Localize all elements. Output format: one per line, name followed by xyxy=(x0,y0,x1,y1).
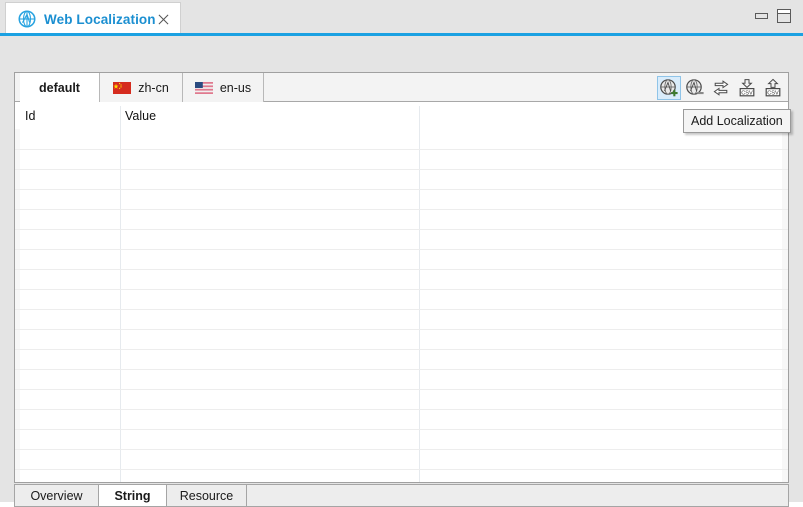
table-row-separator xyxy=(15,169,788,170)
export-csv-button[interactable]: CSV xyxy=(761,76,785,100)
csv-export-icon: CSV xyxy=(763,78,783,98)
table-row-separator xyxy=(15,329,788,330)
swap-arrows-icon xyxy=(711,78,731,98)
table-row-separator xyxy=(15,309,788,310)
tab-resource[interactable]: Resource xyxy=(166,484,247,506)
app-window-tab[interactable]: Web Localization xyxy=(5,2,181,35)
table-row-separator xyxy=(15,189,788,190)
language-tab-en-us[interactable]: en-us xyxy=(183,73,264,102)
globe-icon xyxy=(18,10,36,28)
localization-panel: default zh-cn xyxy=(14,72,789,483)
localization-string-table[interactable]: Id Value xyxy=(15,102,788,482)
localization-toolbar: CSV CSV xyxy=(657,75,785,100)
globe-plus-icon xyxy=(659,78,679,98)
tab-string[interactable]: String xyxy=(98,484,167,506)
import-csv-button[interactable]: CSV xyxy=(735,76,759,100)
minimize-icon[interactable] xyxy=(755,11,768,21)
flag-us-icon xyxy=(195,82,213,94)
title-bar: Web Localization xyxy=(0,0,803,35)
table-row-separator xyxy=(15,249,788,250)
add-localization-button[interactable] xyxy=(657,76,681,100)
table-left-gutter xyxy=(15,102,20,482)
table-row-separator xyxy=(15,349,788,350)
tab-label: String xyxy=(114,489,150,503)
tab-label: Overview xyxy=(30,489,82,503)
language-tab-label: en-us xyxy=(220,81,251,95)
globe-minus-icon xyxy=(685,78,705,98)
tooltip-text: Add Localization xyxy=(691,114,783,128)
table-row-separator xyxy=(15,409,788,410)
table-row-separator xyxy=(15,209,788,210)
table-row-separator xyxy=(15,149,788,150)
application-window: Web Localization default xyxy=(0,0,803,502)
svg-text:CSV: CSV xyxy=(767,90,779,96)
csv-import-icon: CSV xyxy=(737,78,757,98)
remove-localization-button[interactable] xyxy=(683,76,707,100)
language-tab-zh-cn[interactable]: zh-cn xyxy=(100,73,183,102)
column-header-value[interactable]: Value xyxy=(125,102,156,129)
content-area: default zh-cn xyxy=(0,36,803,502)
table-header-row: Id Value xyxy=(15,102,788,129)
table-row-separator xyxy=(15,269,788,270)
tooltip: Add Localization xyxy=(683,109,791,133)
flag-cn-icon xyxy=(113,82,131,94)
close-icon[interactable] xyxy=(156,12,171,27)
tab-label: Resource xyxy=(180,489,234,503)
app-window-title: Web Localization xyxy=(44,12,156,27)
language-tab-label: default xyxy=(39,81,80,95)
swap-languages-button[interactable] xyxy=(709,76,733,100)
svg-text:CSV: CSV xyxy=(741,90,753,96)
language-tab-default[interactable]: default xyxy=(20,73,100,103)
bottom-tab-filler xyxy=(246,484,789,506)
table-row-separator xyxy=(15,389,788,390)
language-tab-strip: default zh-cn xyxy=(15,73,788,102)
editor-page-tabs: Overview String Resource xyxy=(14,484,789,506)
table-row-separator xyxy=(15,429,788,430)
language-tab-label: zh-cn xyxy=(138,81,169,95)
column-header-id[interactable]: Id xyxy=(25,102,35,129)
table-row-separator xyxy=(15,369,788,370)
table-row-separator xyxy=(15,229,788,230)
column-divider-value[interactable] xyxy=(419,106,420,482)
table-row-separator xyxy=(15,449,788,450)
table-row-separator xyxy=(15,289,788,290)
column-divider-id[interactable] xyxy=(120,106,121,482)
table-right-gutter xyxy=(782,102,788,482)
tab-overview[interactable]: Overview xyxy=(14,484,99,506)
maximize-icon[interactable] xyxy=(777,9,791,23)
table-row-separator xyxy=(15,469,788,470)
